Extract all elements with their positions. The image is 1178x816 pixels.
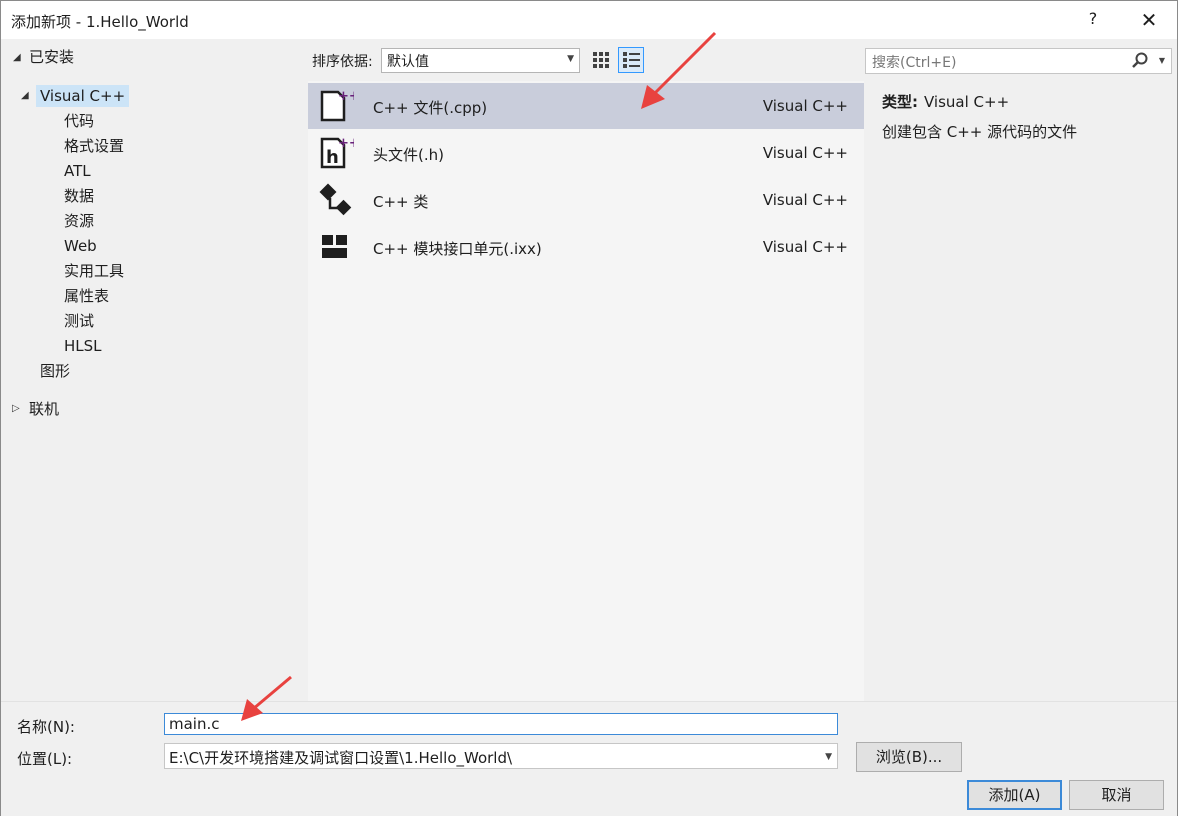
list-item-module-interface[interactable]: C++ 模块接口单元(.ixx) Visual C++ [308,224,864,270]
tree-item-utilities[interactable]: 实用工具 [64,260,124,282]
tree-item-property-sheets[interactable]: 属性表 [64,285,109,307]
details-description: 创建包含 C++ 源代码的文件 [882,123,1078,141]
item-language: Visual C++ [762,191,848,209]
tree-item-test[interactable]: 测试 [64,310,94,332]
item-name: 头文件(.h) [373,146,444,164]
collapse-triangle-icon[interactable]: ◢ [13,47,21,69]
add-button[interactable]: 添加(A) [967,780,1062,810]
add-new-item-dialog: 添加新项 - 1.Hello_World ? ✕ ◢ 已安装 ◢ Visual … [0,0,1178,816]
svg-text:++: ++ [338,89,354,104]
tree-item-online[interactable]: 联机 [29,398,59,420]
cancel-button[interactable]: 取消 [1069,780,1164,810]
tree-item-atl[interactable]: ATL [64,160,91,182]
tree-item-web[interactable]: Web [64,235,97,257]
module-icon [322,235,347,258]
help-button[interactable]: ? [1083,9,1103,31]
list-item-header-file[interactable]: h ++ 头文件(.h) Visual C++ [308,130,864,176]
name-value: main.c [169,715,220,733]
item-language: Visual C++ [762,97,848,115]
expand-triangle-icon[interactable]: ▷ [12,398,20,420]
details-type-label: 类型: [882,93,918,111]
sort-value: 默认值 [387,54,429,70]
item-language: Visual C++ [762,238,848,256]
header-file-icon: h ++ [320,136,354,169]
name-field[interactable]: main.c [164,713,838,735]
list-view-button[interactable] [618,47,644,73]
cpp-file-icon: ++ [320,89,354,122]
collapse-triangle-icon[interactable]: ◢ [21,85,29,107]
list-item-cpp-class[interactable]: C++ 类 Visual C++ [308,177,864,223]
search-placeholder: 搜索(Ctrl+E) [872,55,957,71]
tree-item-hlsl[interactable]: HLSL [64,335,102,357]
list-view-icon [623,52,640,68]
tree-item-data[interactable]: 数据 [64,185,94,207]
item-name: C++ 文件(.cpp) [373,99,488,117]
tree-item-formatting[interactable]: 格式设置 [64,135,124,157]
tree-item-graphics[interactable]: 图形 [40,360,70,382]
small-icons-view-button[interactable] [588,47,614,73]
chevron-down-icon[interactable]: ▼ [1159,56,1165,65]
location-field[interactable]: E:\C\开发环境搭建及调试窗口设置\1.Hello_World\ ▼ [164,743,838,769]
location-label: 位置(L): [17,750,73,768]
item-name: C++ 类 [373,193,429,211]
item-language: Visual C++ [762,144,848,162]
details-pane: 类型: Visual C++ 创建包含 C++ 源代码的文件 [865,81,1177,701]
title-bar: 添加新项 - 1.Hello_World ? ✕ [1,1,1177,39]
tree-item-installed[interactable]: 已安装 [29,46,74,68]
browse-button[interactable]: 浏览(B)... [856,742,962,772]
class-icon [319,183,352,216]
svg-text:h: h [326,147,339,168]
chevron-down-icon: ▼ [567,54,574,64]
item-name: C++ 模块接口单元(.ixx) [373,240,542,258]
details-type-value: Visual C++ [924,93,1010,111]
sort-label: 排序依据: [312,54,373,70]
details-type: 类型: Visual C++ [882,91,1009,112]
sort-dropdown[interactable]: 默认值 ▼ [381,48,580,73]
template-category-tree: ◢ 已安装 ◢ Visual C++ 代码 格式设置 ATL 数据 资源 Web… [1,39,306,701]
tree-item-visual-cpp[interactable]: Visual C++ [36,85,130,107]
search-icon[interactable] [1131,51,1149,69]
svg-text:++: ++ [338,136,354,151]
name-label: 名称(N): [17,718,75,736]
close-button[interactable]: ✕ [1135,7,1163,33]
search-box[interactable]: 搜索(Ctrl+E) ▼ [865,48,1172,74]
template-list: ++ C++ 文件(.cpp) Visual C++ h ++ 头文件(.h) … [308,81,864,701]
list-item-cpp-file[interactable]: ++ C++ 文件(.cpp) Visual C++ [308,83,864,129]
window-title: 添加新项 - 1.Hello_World [11,13,189,31]
tree-item-resources[interactable]: 资源 [64,210,94,232]
tree-item-code[interactable]: 代码 [64,110,94,132]
location-value: E:\C\开发环境搭建及调试窗口设置\1.Hello_World\ [169,749,513,767]
grid-view-icon [593,52,609,68]
chevron-down-icon[interactable]: ▼ [825,752,832,762]
